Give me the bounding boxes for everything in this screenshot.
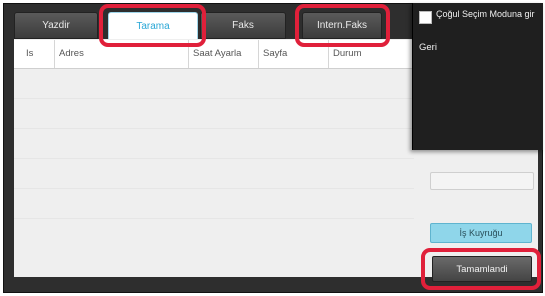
multi-select-label[interactable]: Çoğul Seçim Moduna gir — [436, 9, 536, 20]
tab-scan[interactable]: Tarama — [108, 12, 198, 39]
row-divider — [14, 98, 414, 99]
action-menu: Çoğul Seçim Moduna gir Geri — [412, 3, 543, 150]
completed-button[interactable]: Tamamlandi — [432, 256, 532, 282]
column-header-address: Adres — [54, 40, 188, 68]
tab-internet-fax[interactable]: Intern.Faks — [302, 12, 382, 39]
table-header: Is Adres Saat Ayarla Sayfa Durum — [14, 40, 414, 69]
row-divider — [14, 128, 414, 129]
side-action-button[interactable] — [430, 172, 534, 190]
row-divider — [14, 158, 414, 159]
tab-print[interactable]: Yazdir — [14, 12, 98, 39]
back-menu-item[interactable]: Geri — [419, 42, 437, 53]
job-queue-button[interactable]: İş Kuyruğu — [430, 223, 532, 243]
column-header-time: Saat Ayarla — [188, 40, 258, 68]
column-header-pages: Sayfa — [258, 40, 328, 68]
tab-fax[interactable]: Faks — [200, 12, 286, 39]
row-divider — [14, 218, 414, 219]
row-divider — [14, 188, 414, 189]
multi-select-checkbox[interactable] — [419, 11, 432, 24]
column-header-job: Is — [26, 48, 34, 59]
column-header-status: Durum — [328, 40, 414, 68]
